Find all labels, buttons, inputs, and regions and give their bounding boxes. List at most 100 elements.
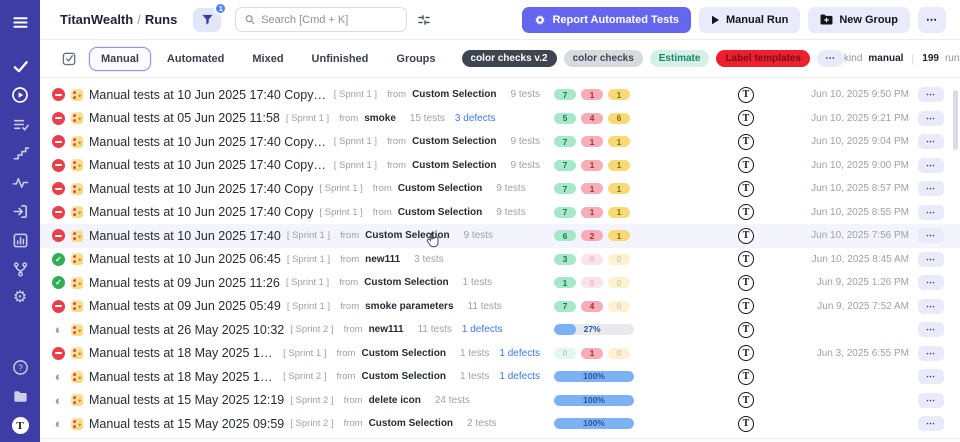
- run-row[interactable]: Manual tests at 10 Jun 2025 17:40 Copy C…: [40, 130, 960, 154]
- manual-run-button[interactable]: Manual Run: [699, 7, 800, 33]
- new-group-button[interactable]: New Group: [808, 7, 910, 33]
- search-box[interactable]: [235, 7, 407, 32]
- run-more-button[interactable]: ⋯: [918, 87, 944, 102]
- tab-manual[interactable]: Manual: [89, 47, 151, 71]
- run-more-button[interactable]: ⋯: [918, 346, 944, 361]
- run-more-button[interactable]: ⋯: [918, 322, 944, 337]
- tab-automated[interactable]: Automated: [155, 47, 236, 71]
- run-title[interactable]: Manual tests at 10 Jun 2025 06:45: [89, 252, 281, 266]
- run-title[interactable]: Manual tests at 15 May 2025 09:59: [89, 417, 284, 431]
- search-input[interactable]: [261, 14, 397, 26]
- run-more-button[interactable]: ⋯: [918, 181, 944, 196]
- face-emoji-icon: [71, 371, 83, 383]
- run-title[interactable]: Manual tests at 10 Jun 2025 17:40 Copy C…: [89, 158, 328, 172]
- play-circle-icon[interactable]: [10, 85, 30, 105]
- run-timestamp: Jun 10, 2025 8:55 PM: [811, 207, 909, 218]
- label-tag[interactable]: ⋯: [817, 50, 844, 67]
- run-title[interactable]: Manual tests at 10 Jun 2025 17:40 Copy: [89, 182, 313, 196]
- run-row[interactable]: Manual tests at 10 Jun 2025 17:40 Copy […: [40, 177, 960, 201]
- filter-button[interactable]: 1: [193, 8, 221, 32]
- other-count-pill: 1: [608, 136, 630, 147]
- bar-chart-icon[interactable]: [10, 230, 30, 250]
- run-more-button[interactable]: ⋯: [918, 416, 944, 431]
- run-title[interactable]: Manual tests at 10 Jun 2025 17:40: [89, 229, 281, 243]
- run-row[interactable]: Manual tests at 10 Jun 2025 17:40 Copy C…: [40, 83, 960, 107]
- help-icon[interactable]: ?: [10, 357, 30, 377]
- run-defects-link[interactable]: 1 defects: [499, 348, 540, 359]
- run-row[interactable]: Manual tests at 05 Jun 2025 11:58 [ Spri…: [40, 107, 960, 131]
- breadcrumb-project[interactable]: TitanWealth: [60, 12, 133, 27]
- run-title[interactable]: Manual tests at 18 May 2025 17:36: [89, 346, 277, 360]
- run-row[interactable]: Manual tests at 09 Jun 2025 05:49 [ Spri…: [40, 295, 960, 319]
- select-all-icon[interactable]: [62, 51, 77, 66]
- run-stats: 100%: [554, 371, 634, 382]
- activity-icon[interactable]: [10, 172, 30, 192]
- run-more-button[interactable]: ⋯: [918, 299, 944, 314]
- run-title[interactable]: Manual tests at 18 May 2025 17:55: [89, 370, 277, 384]
- steps-icon[interactable]: [10, 143, 30, 163]
- label-tag[interactable]: Estimate: [650, 50, 710, 67]
- run-row[interactable]: Manual tests at 10 Jun 2025 17:40 Copy C…: [40, 154, 960, 178]
- run-stats: 711: [554, 183, 634, 194]
- run-row[interactable]: Manual tests at 10 Jun 2025 17:40 Copy […: [40, 201, 960, 225]
- run-defects-link[interactable]: 1 defects: [499, 371, 540, 382]
- run-more-button[interactable]: ⋯: [918, 275, 944, 290]
- filter-count-badge: 1: [214, 2, 227, 15]
- face-emoji-icon: [71, 277, 83, 289]
- run-sprint-tag: [ Sprint 1 ]: [286, 113, 329, 124]
- run-more-button[interactable]: ⋯: [918, 205, 944, 220]
- sign-in-icon[interactable]: [10, 201, 30, 221]
- check-icon[interactable]: [10, 56, 30, 76]
- run-row[interactable]: Manual tests at 15 May 2025 09:59 [ Spri…: [40, 412, 960, 436]
- passed-count-pill: 6: [554, 230, 576, 241]
- run-row[interactable]: Manual tests at 18 May 2025 17:36 [ Spri…: [40, 342, 960, 366]
- label-tag[interactable]: color checks v.2: [462, 50, 557, 67]
- run-row[interactable]: Manual tests at 10 Jun 2025 17:40 [ Spri…: [40, 224, 960, 248]
- run-timestamp: Jun 9, 2025 7:52 AM: [817, 301, 909, 312]
- tune-icon[interactable]: [417, 13, 431, 27]
- run-more-button[interactable]: ⋯: [918, 369, 944, 384]
- run-more-button[interactable]: ⋯: [918, 393, 944, 408]
- run-defects-link[interactable]: 1 defects: [462, 324, 503, 335]
- run-title[interactable]: Manual tests at 09 Jun 2025 11:26: [89, 276, 280, 290]
- branch-icon[interactable]: [10, 259, 30, 279]
- label-tag[interactable]: Label templates: [716, 50, 810, 67]
- run-title[interactable]: Manual tests at 10 Jun 2025 17:40 Copy: [89, 205, 313, 219]
- run-defects-link[interactable]: 3 defects: [455, 113, 496, 124]
- gear-icon[interactable]: ⚙: [10, 288, 30, 308]
- run-title[interactable]: Manual tests at 05 Jun 2025 11:58: [89, 111, 280, 125]
- run-more-button[interactable]: ⋯: [918, 158, 944, 173]
- user-avatar[interactable]: T: [12, 417, 29, 434]
- run-more-button[interactable]: ⋯: [918, 134, 944, 149]
- run-row[interactable]: Manual tests at 10 Jun 2025 06:45 [ Spri…: [40, 248, 960, 272]
- run-row[interactable]: Manual tests at 09 Jun 2025 11:26 [ Spri…: [40, 271, 960, 295]
- tab-mixed[interactable]: Mixed: [240, 47, 295, 71]
- run-row[interactable]: Manual tests at 26 May 2025 10:32 [ Spri…: [40, 318, 960, 342]
- run-more-button[interactable]: ⋯: [918, 252, 944, 267]
- run-progress-bar: 100%: [554, 418, 634, 429]
- run-row[interactable]: Manual tests at 18 May 2025 17:55 [ Spri…: [40, 365, 960, 389]
- run-row-right: Jun 10, 2025 8:57 PM ⋯: [754, 181, 960, 196]
- label-tag[interactable]: color checks: [564, 50, 643, 67]
- folder-icon[interactable]: [10, 386, 30, 406]
- report-automated-tests-button[interactable]: Report Automated Tests: [522, 7, 691, 33]
- run-title[interactable]: Manual tests at 09 Jun 2025 05:49: [89, 299, 281, 313]
- menu-icon[interactable]: [10, 12, 30, 32]
- tab-unfinished[interactable]: Unfinished: [300, 47, 381, 71]
- run-title[interactable]: Manual tests at 15 May 2025 12:19: [89, 393, 284, 407]
- run-row[interactable]: Manual tests at 15 May 2025 12:19 [ Spri…: [40, 389, 960, 413]
- svg-text:?: ?: [18, 362, 23, 372]
- tab-groups[interactable]: Groups: [384, 47, 447, 71]
- run-from-label: from: [387, 89, 406, 100]
- run-more-button[interactable]: ⋯: [918, 111, 944, 126]
- run-title[interactable]: Manual tests at 10 Jun 2025 17:40 Copy C…: [89, 88, 328, 102]
- run-status-icon: [52, 370, 65, 383]
- run-stats: 711: [554, 207, 634, 218]
- header-more-button[interactable]: ⋯: [918, 7, 946, 33]
- run-more-button[interactable]: ⋯: [918, 228, 944, 243]
- test-plan-icon[interactable]: [10, 114, 30, 134]
- run-title[interactable]: Manual tests at 10 Jun 2025 17:40 Copy C…: [89, 135, 328, 149]
- run-status-icon: [52, 347, 65, 360]
- vertical-scrollbar[interactable]: [953, 90, 958, 150]
- run-title[interactable]: Manual tests at 26 May 2025 10:32: [89, 323, 284, 337]
